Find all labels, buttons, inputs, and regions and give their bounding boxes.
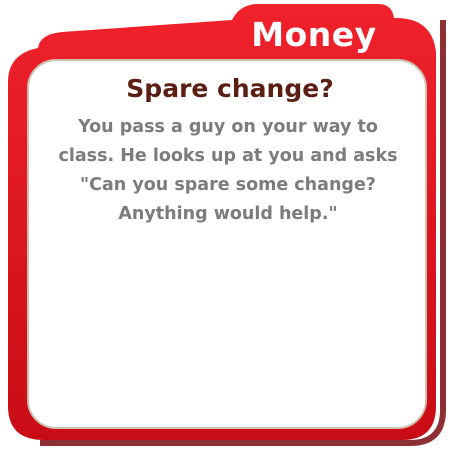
- body-line: class. He looks up at you and asks: [58, 146, 398, 166]
- category-label: Money: [251, 15, 377, 54]
- body-line: You pass a guy on your way to: [78, 117, 378, 137]
- card-title: Spare change?: [126, 74, 334, 103]
- body-line: "Can you spare some change?: [80, 175, 376, 195]
- body-line: Anything would help.": [118, 204, 338, 224]
- card-body: You pass a guy on your way to class. He …: [50, 113, 406, 229]
- scenario-card: Money Spare change? You pass a guy on yo…: [0, 0, 450, 450]
